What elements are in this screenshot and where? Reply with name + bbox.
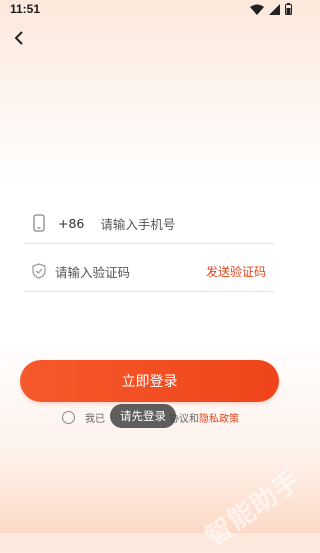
country-code[interactable]: +86	[58, 216, 84, 231]
agree-radio[interactable]	[62, 410, 75, 424]
code-field[interactable]: 请输入验证码	[55, 262, 130, 281]
back-button[interactable]	[8, 28, 30, 50]
signal-icon	[269, 0, 280, 19]
login-button[interactable]: 立即登录	[20, 360, 279, 402]
phone-input-row[interactable]: +86 请输入手机号	[24, 203, 274, 244]
send-code-button[interactable]: 发送验证码	[206, 263, 266, 280]
phone-icon	[30, 213, 48, 233]
battery-icon	[285, 0, 292, 19]
wifi-icon	[250, 0, 264, 19]
toast-message: 请先登录	[110, 404, 176, 428]
phone-field[interactable]: 请输入手机号	[100, 214, 175, 233]
watermark-logo: 智能助手	[200, 465, 307, 552]
shield-check-icon	[31, 262, 47, 280]
status-icons	[250, 2, 292, 15]
agreement-prefix: 我已	[85, 413, 105, 425]
status-time: 11:51	[10, 2, 41, 16]
code-input-row[interactable]: 请输入验证码 发送验证码	[24, 251, 274, 292]
privacy-policy-link[interactable]: 隐私政策	[199, 410, 239, 425]
chevron-left-icon	[13, 30, 25, 49]
